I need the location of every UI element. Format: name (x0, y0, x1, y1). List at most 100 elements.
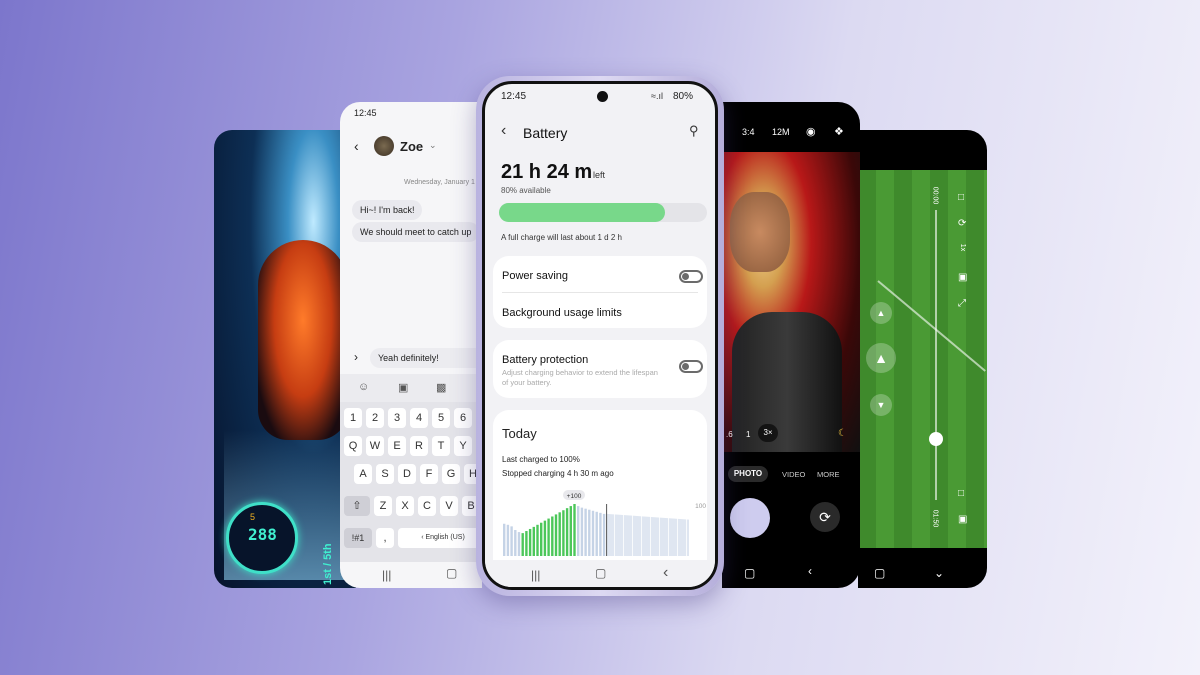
key-W[interactable]: W (366, 436, 384, 456)
usage-bar (551, 516, 554, 556)
messages-phone: 12:45 ‹ Zoe ⌄ Wednesday, January 1 Hi~! … (340, 102, 482, 588)
key-2[interactable]: 2 (366, 408, 384, 428)
usage-bar (514, 530, 517, 556)
status-time: 12:45 (501, 91, 527, 102)
battery-settings-phone: 12:45 ≈.ıl 80% ‹ Battery ⚲ 21 h 24 m lef… (482, 81, 718, 590)
fast-forward-icon[interactable]: ▼ (870, 394, 892, 416)
subtitle-icon[interactable]: □ (958, 488, 964, 499)
contact-name[interactable]: Zoe (400, 139, 423, 154)
space-key[interactable]: ‹ English (US) (398, 528, 482, 548)
usage-bar (577, 506, 580, 556)
key-S[interactable]: S (376, 464, 394, 484)
battery-protection-label[interactable]: Battery protection (502, 354, 588, 366)
lock-icon[interactable]: □ (958, 192, 964, 203)
rotate-icon[interactable]: ⟳ (958, 218, 966, 229)
home-button[interactable]: ▢ (874, 566, 885, 580)
key-1[interactable]: 1 (344, 408, 362, 428)
key-D[interactable]: D (398, 464, 416, 484)
usage-bar (517, 532, 521, 556)
back-button[interactable]: ‹ (808, 564, 812, 578)
key-V[interactable]: V (440, 496, 458, 516)
battery-protection-toggle[interactable] (679, 360, 703, 373)
settings-card: Power saving Background usage limits (493, 256, 707, 328)
key-T[interactable]: T (432, 436, 450, 456)
usage-bar (588, 509, 591, 556)
mode-more[interactable]: MORE (817, 470, 840, 479)
resolution-button[interactable]: 12M (772, 127, 790, 137)
back-button[interactable]: ‹ (663, 564, 668, 582)
key-R[interactable]: R (410, 436, 428, 456)
zoom-option[interactable]: .6 (726, 430, 733, 439)
fullscreen-icon[interactable]: ⤢ (958, 298, 966, 309)
message-input[interactable]: Yeah definitely! (370, 348, 482, 368)
key-Y[interactable]: Y (454, 436, 472, 456)
battery-protection-description: Adjust charging behavior to extend the l… (502, 368, 658, 387)
chevron-down-icon[interactable]: ⌄ (429, 140, 437, 151)
home-button[interactable]: ▢ (595, 566, 606, 580)
rewind-icon[interactable]: ▲ (870, 302, 892, 324)
motion-photo-icon[interactable]: ◉ (806, 125, 816, 138)
camera-phone: 3:4 12M ◉ ❖ .6 1 3× ☾ PHOTO VIDEO MORE ⟳… (722, 102, 860, 588)
status-battery: 80% (673, 91, 694, 102)
hide-nav-button[interactable]: ⌄ (934, 566, 944, 580)
seek-handle[interactable] (929, 432, 943, 446)
key-C[interactable]: C (418, 496, 436, 516)
pip-icon[interactable]: ▣ (958, 272, 967, 283)
key-Q[interactable]: Q (344, 436, 362, 456)
switch-camera-icon[interactable]: ⟳ (810, 502, 840, 532)
shift-key[interactable]: ⇧ (344, 496, 370, 516)
shutter-button[interactable] (730, 498, 770, 538)
zoom-option[interactable]: 1 (746, 430, 750, 439)
avatar[interactable] (374, 136, 394, 156)
key-X[interactable]: X (396, 496, 414, 516)
symbols-key[interactable]: !#1 (344, 528, 372, 548)
key-G[interactable]: G (442, 464, 460, 484)
key-F[interactable]: F (420, 464, 438, 484)
emoji-icon[interactable]: ☺ (358, 381, 369, 393)
search-icon[interactable]: ⚲ (689, 123, 699, 139)
seek-bar[interactable] (935, 210, 937, 500)
key-4[interactable]: 4 (410, 408, 428, 428)
expand-icon[interactable]: › (354, 350, 358, 364)
race-car-image (258, 240, 348, 440)
usage-bar (580, 507, 584, 556)
stopped-charging: Stopped charging 4 h 30 m ago (502, 469, 614, 478)
aspect-ratio-button[interactable]: 3:4 (742, 127, 755, 137)
recents-button[interactable]: ||| (531, 568, 540, 582)
mode-video[interactable]: VIDEO (782, 470, 805, 479)
home-button[interactable]: ▢ (446, 566, 457, 580)
recents-button[interactable]: ||| (382, 568, 391, 582)
filters-icon[interactable]: ❖ (834, 125, 844, 138)
home-button[interactable]: ▢ (744, 566, 755, 580)
signal-icon: ≈.ıl (651, 91, 663, 101)
gif-icon[interactable]: ▩ (436, 381, 446, 394)
received-message: We should meet to catch up (352, 222, 480, 242)
usage-bar (569, 506, 572, 556)
play-icon[interactable]: ▲ (866, 343, 896, 373)
usage-bar (525, 531, 528, 556)
key-5[interactable]: 5 (432, 408, 450, 428)
back-icon[interactable]: ‹ (501, 122, 506, 140)
comma-key[interactable]: , (376, 528, 394, 548)
screenshot-icon[interactable]: ▣ (958, 514, 967, 525)
navigation-bar: ||| ▢ ‹ (485, 560, 715, 587)
zoom-option-selected[interactable]: 3× (758, 424, 778, 442)
background-usage-limits[interactable]: Background usage limits (502, 307, 622, 319)
usage-bar (591, 510, 595, 556)
key-A[interactable]: A (354, 464, 372, 484)
key-6[interactable]: 6 (454, 408, 472, 428)
power-saving-toggle[interactable] (679, 270, 703, 283)
back-icon[interactable]: ‹ (354, 138, 359, 154)
mode-photo[interactable]: PHOTO (728, 466, 768, 482)
key-Z[interactable]: Z (374, 496, 392, 516)
playback-speed[interactable]: 1x (959, 244, 966, 251)
sticker-icon[interactable]: ▣ (398, 381, 408, 394)
date-divider: Wednesday, January 1 (404, 179, 475, 186)
night-mode-icon[interactable]: ☾ (838, 428, 847, 439)
usage-bar (528, 528, 532, 556)
key-3[interactable]: 3 (388, 408, 406, 428)
battery-usage-chart: +100 100 (503, 490, 706, 556)
power-saving-label[interactable]: Power saving (502, 270, 568, 282)
key-E[interactable]: E (388, 436, 406, 456)
protection-card: Battery protection Adjust charging behav… (493, 340, 707, 398)
